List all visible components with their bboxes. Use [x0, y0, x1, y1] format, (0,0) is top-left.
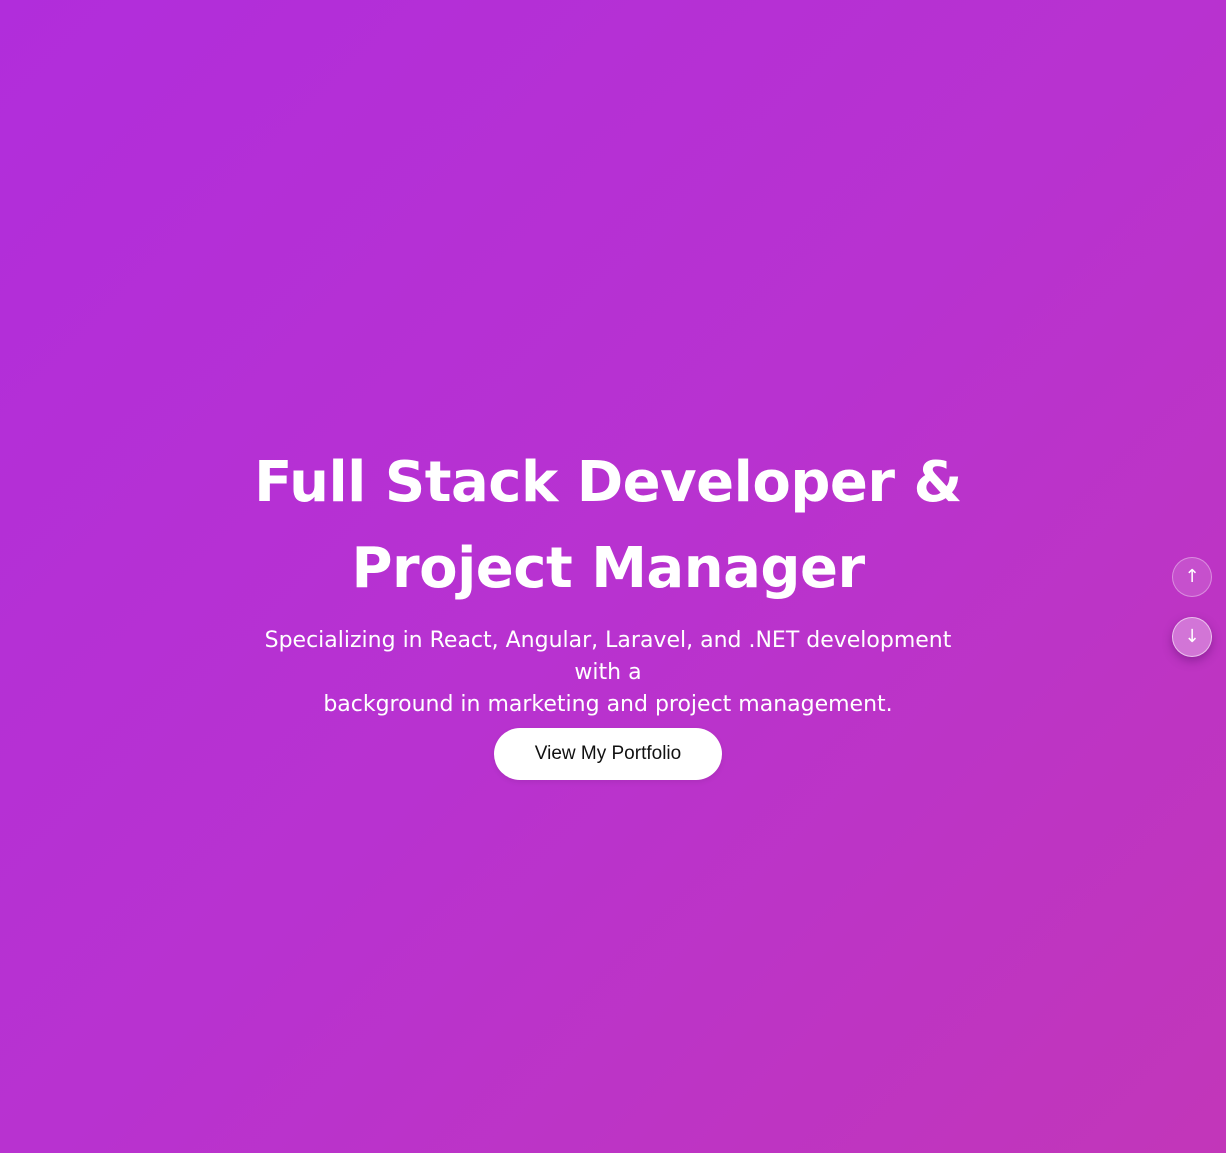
- hero-title: Full Stack Developer & Project Manager: [0, 440, 1216, 612]
- hero-subtitle-line-1: Specializing in React, Angular, Laravel,…: [264, 628, 952, 685]
- arrow-down-icon: ↓: [1184, 626, 1200, 647]
- hero-section: Full Stack Developer & Project Manager S…: [0, 0, 1226, 1153]
- arrow-up-icon: ↑: [1184, 566, 1200, 587]
- hero-subtitle-line-2: background in marketing and project mana…: [323, 692, 893, 717]
- hero-title-line-2: Project Manager: [351, 536, 865, 601]
- hero-subtitle: Specializing in React, Angular, Laravel,…: [240, 625, 976, 721]
- section-scroll-nav: ↑ ↓: [1172, 557, 1212, 657]
- view-portfolio-button[interactable]: View My Portfolio: [494, 728, 722, 780]
- scroll-down-button[interactable]: ↓: [1172, 617, 1212, 657]
- scroll-up-button[interactable]: ↑: [1172, 557, 1212, 597]
- hero-title-line-1: Full Stack Developer &: [254, 450, 962, 515]
